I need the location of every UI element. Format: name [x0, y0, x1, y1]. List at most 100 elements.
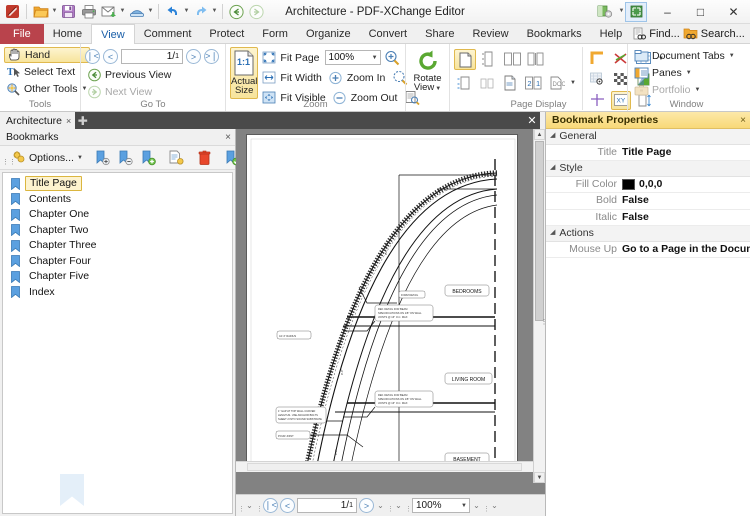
bookmark-item-title-page[interactable]: Title Page	[3, 176, 232, 192]
property-value-title[interactable]: Title Page	[622, 145, 750, 161]
tab-comment[interactable]: Comment	[135, 24, 201, 44]
open-dropdown-icon[interactable]: ▼	[51, 2, 58, 21]
zoom-level-combo[interactable]: 100% ▼	[324, 50, 381, 65]
bookmarks-list[interactable]: Title Page Contents Chapter One Chapter …	[2, 172, 233, 514]
properties-section-style[interactable]: ◢ Style	[546, 161, 750, 177]
collapse-triangle-icon[interactable]: ◢	[550, 131, 555, 139]
tab-share[interactable]: Share	[416, 24, 463, 44]
add-bookmark-icon[interactable]	[139, 148, 159, 167]
next-page-button[interactable]: >	[186, 49, 201, 64]
tab-review[interactable]: Review	[463, 24, 517, 44]
tab-file[interactable]: File	[0, 24, 44, 44]
close-button[interactable]: ✕	[717, 0, 750, 23]
fullscreen-button[interactable]	[625, 1, 647, 22]
property-row-title[interactable]: Title Title Page	[546, 145, 750, 161]
bottom-toolbar-overflow-2[interactable]: ⌄	[376, 501, 385, 510]
page-horizontal-scrollbar[interactable]	[236, 461, 533, 472]
panes-dropdown-icon[interactable]: ▼	[686, 70, 692, 76]
property-row-fill-color[interactable]: Fill Color 0,0,0	[546, 177, 750, 193]
panes-button[interactable]: Panes ▼	[632, 65, 738, 81]
hand-tool-button[interactable]: Hand	[4, 47, 91, 63]
bookmark-item-chapter-one[interactable]: Chapter One	[3, 207, 232, 223]
property-row-bold[interactable]: Bold False	[546, 193, 750, 210]
tab-protect[interactable]: Protect	[200, 24, 253, 44]
tab-form[interactable]: Form	[253, 24, 297, 44]
bottom-toolbar-grip-3[interactable]: ⋮	[387, 498, 394, 513]
tab-help[interactable]: Help	[591, 24, 632, 44]
select-text-tool-button[interactable]: T Select Text	[4, 64, 90, 80]
properties-pane-close-icon[interactable]: ×	[740, 115, 746, 126]
email-dropdown-icon[interactable]: ▼	[119, 2, 126, 21]
find-button[interactable]: Find...	[631, 26, 680, 41]
actual-size-button[interactable]: 1:1 Actual Size	[230, 47, 259, 99]
page-display-dropdown-icon[interactable]: ▼	[570, 80, 576, 86]
delete-bookmark-icon[interactable]	[116, 148, 136, 167]
bookmark-properties-icon[interactable]	[167, 148, 187, 167]
bookmark-item-index[interactable]: Index	[3, 285, 232, 301]
forward-icon[interactable]	[247, 2, 266, 21]
property-value-fill-color[interactable]: 0,0,0	[622, 177, 750, 193]
bookmark-item-chapter-two[interactable]: Chapter Two	[3, 223, 232, 239]
bottom-zoom-dropdown-icon[interactable]: ▼	[461, 503, 467, 509]
bottom-previous-page-button[interactable]: <	[280, 498, 295, 513]
tab-convert[interactable]: Convert	[360, 24, 417, 44]
scan-dropdown-icon[interactable]: ▼	[147, 2, 154, 21]
zoom-in-button[interactable]: Zoom In	[327, 70, 389, 86]
property-value-italic[interactable]: False	[622, 210, 750, 226]
collapse-triangle-icon[interactable]: ◢	[550, 163, 555, 171]
bottom-toolbar-overflow-3[interactable]: ⌄	[394, 501, 403, 510]
cover-page-icon[interactable]	[477, 73, 497, 92]
bookmarks-options-dropdown-icon[interactable]: ▼	[77, 155, 83, 161]
bookmarks-options-button[interactable]: Options... ▼	[9, 150, 85, 165]
property-value-mouse-up[interactable]: Go to a Page in the Docum.. ⋯	[622, 242, 750, 258]
zoom-level-dropdown-icon[interactable]: ▼	[372, 55, 378, 61]
search-button[interactable]: Search...	[683, 26, 745, 41]
undo-dropdown-icon[interactable]: ▼	[183, 2, 190, 21]
bookmark-item-chapter-four[interactable]: Chapter Four	[3, 254, 232, 270]
document-tab-close-icon[interactable]: ×	[66, 116, 71, 126]
property-row-mouse-up[interactable]: Mouse Up Go to a Page in the Docum.. ⋯	[546, 242, 750, 258]
save-icon[interactable]	[59, 2, 78, 21]
bookmark-item-contents[interactable]: Contents	[3, 192, 232, 208]
bottom-first-page-button[interactable]: ❘<	[263, 498, 278, 513]
tab-organize[interactable]: Organize	[297, 24, 360, 44]
scan-icon[interactable]	[127, 2, 146, 21]
bottom-next-page-button[interactable]: >	[359, 498, 374, 513]
bottom-toolbar-overflow-4[interactable]: ⌄	[472, 501, 481, 510]
single-page-view-icon[interactable]	[454, 49, 476, 70]
zoom-in-tool-icon[interactable]	[383, 48, 403, 67]
properties-section-general[interactable]: ◢ General	[546, 129, 750, 145]
new-bookmark-icon[interactable]	[93, 148, 113, 167]
bottom-page-number-input[interactable]: 1/1	[297, 498, 357, 513]
pdf-page[interactable]: BEDROOMS LIVING ROOM BASEMENT REF. DETAI…	[246, 134, 518, 470]
document-tabs-button[interactable]: Document Tabs ▼	[632, 48, 738, 64]
bookmarks-pane-close-icon[interactable]: ×	[225, 132, 231, 143]
horizontal-scroll-thumb[interactable]	[247, 463, 522, 471]
single-page-continuous-icon[interactable]	[479, 49, 499, 68]
bottom-toolbar-grip-4[interactable]: ⋮	[405, 498, 412, 513]
fit-page-button[interactable]: Fit Page	[260, 50, 322, 66]
property-value-bold[interactable]: False	[622, 193, 750, 209]
other-tools-button[interactable]: Other Tools ▼	[4, 81, 90, 97]
page-viewport[interactable]: BEDROOMS LIVING ROOM BASEMENT REF. DETAI…	[236, 129, 545, 494]
scroll-up-icon[interactable]: ▲	[534, 129, 545, 140]
last-page-button[interactable]: >❘	[204, 49, 219, 64]
maximize-button[interactable]: □	[684, 0, 717, 23]
previous-page-button[interactable]: <	[103, 49, 118, 64]
bottom-toolbar-grip-1[interactable]: ⋮	[238, 498, 245, 513]
bottom-toolbar-overflow-1[interactable]: ⌄	[245, 501, 254, 510]
bookmark-item-chapter-five[interactable]: Chapter Five	[3, 269, 232, 285]
collapse-triangle-icon[interactable]: ◢	[550, 228, 555, 236]
bottom-toolbar-grip-5[interactable]: ⋮	[483, 498, 490, 513]
scroll-down-icon[interactable]: ▼	[534, 472, 545, 483]
close-document-button[interactable]: ✕	[524, 112, 540, 129]
undo-icon[interactable]	[163, 2, 182, 21]
open-icon[interactable]	[31, 2, 50, 21]
vertical-scroll-thumb[interactable]	[535, 141, 544, 321]
first-page-button[interactable]: ❘<	[85, 49, 100, 64]
property-row-italic[interactable]: Italic False	[546, 210, 750, 226]
scroll-direction-icon[interactable]	[454, 73, 474, 92]
print-icon[interactable]	[79, 2, 98, 21]
delete-icon[interactable]	[195, 148, 215, 167]
tab-bookmarks[interactable]: Bookmarks	[518, 24, 591, 44]
